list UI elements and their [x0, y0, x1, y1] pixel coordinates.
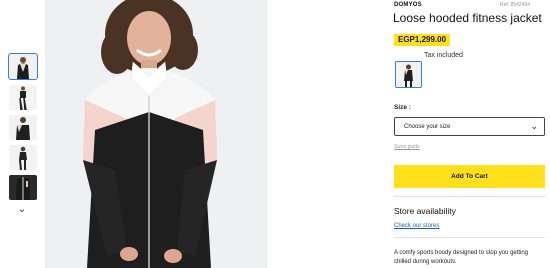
- product-reference: Ref. 8542494: [500, 2, 531, 8]
- thumbnail-4[interactable]: [9, 145, 37, 170]
- product-title: Loose hooded fitness jacket: [393, 11, 542, 25]
- thumbnail-3[interactable]: [9, 115, 37, 140]
- check-stores-link[interactable]: Check our stores: [394, 223, 439, 229]
- color-swatch-selected[interactable]: [395, 61, 422, 88]
- price-badge: EGP1,299.00: [394, 34, 451, 46]
- chevron-down-icon: ⌄: [530, 121, 538, 131]
- size-select[interactable]: Choose your size ⌄: [394, 117, 545, 136]
- tax-note: Tax included: [424, 52, 463, 59]
- product-main-image[interactable]: [45, 0, 267, 268]
- chevron-down-icon[interactable]: ⌄: [16, 205, 28, 215]
- add-to-cart-button[interactable]: Add To Cart: [394, 165, 545, 188]
- product-description: A comfy sports hoody designed to stop yo…: [394, 250, 529, 265]
- size-select-value: Choose your size: [404, 124, 451, 130]
- size-guide-link[interactable]: Sizes guide: [394, 144, 420, 150]
- divider: [394, 237, 545, 238]
- thumbnail-5[interactable]: [9, 175, 37, 200]
- thumbnail-2[interactable]: [9, 85, 37, 110]
- product-page: ⌄ DOMYOS Ref. 8542494 Loose hooded fitne…: [0, 0, 550, 268]
- size-label: Size :: [394, 104, 411, 111]
- store-availability-heading: Store availability: [394, 206, 456, 216]
- brand-name: DOMYOS: [394, 2, 422, 8]
- divider: [394, 196, 545, 197]
- thumbnail-1[interactable]: [8, 53, 38, 80]
